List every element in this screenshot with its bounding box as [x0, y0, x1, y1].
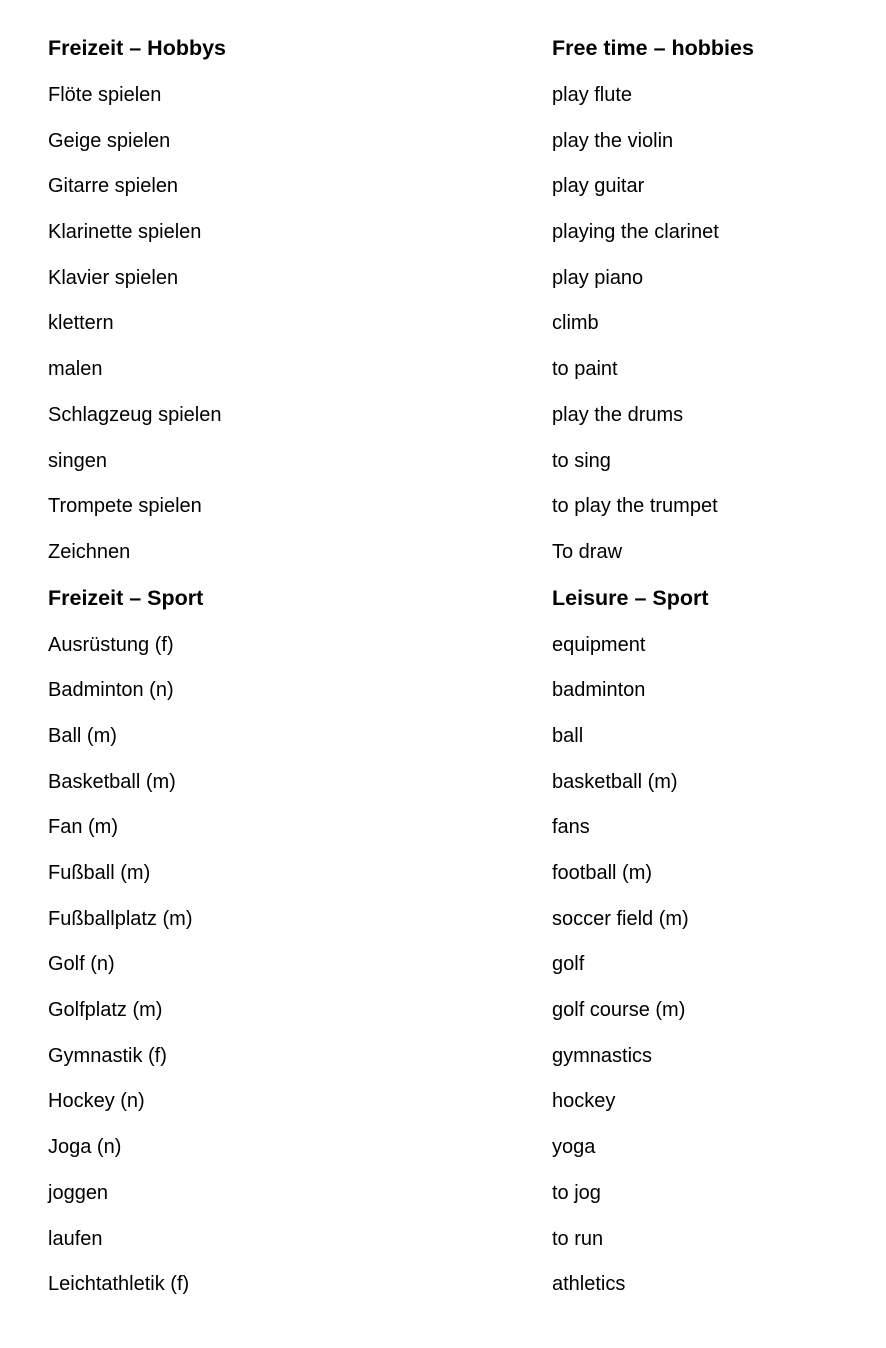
term-target: to play the trumpet [552, 495, 718, 518]
term-source: Basketball (m) [48, 770, 176, 793]
glossary-row: Flöte spielen play flute [0, 73, 886, 119]
glossary-row: Trompete spielen to play the trumpet [0, 484, 886, 530]
term-target: badminton [552, 679, 646, 702]
term-target: play guitar [552, 175, 645, 198]
glossary-row: Golf (n) golf [0, 942, 886, 988]
term-target: climb [552, 312, 599, 335]
term-source: Badminton (n) [48, 679, 174, 702]
glossary-row: Zeichnen To draw [0, 530, 886, 576]
term-target: playing the clarinet [552, 221, 719, 244]
term-target: football (m) [552, 862, 653, 884]
glossary-row: Fan (m) fans [0, 805, 886, 851]
glossary-row: Schlagzeug spielen play the drums [0, 393, 886, 439]
term-source: Gitarre spielen [48, 175, 179, 198]
term-source: Gymnastik (f) [48, 1044, 167, 1067]
section-heading-row: Freizeit – Sport Leisure – Sport [0, 576, 886, 623]
glossary-row: Hockey (n) hockey [0, 1079, 886, 1125]
term-target: hockey [552, 1090, 616, 1113]
term-target: play the violin [552, 129, 674, 152]
term-source: Fußball (m) [48, 862, 151, 884]
glossary-row: Ball (m) ball [0, 714, 886, 760]
term-source: laufen [48, 1227, 103, 1250]
glossary-row: malen to paint [0, 347, 886, 393]
term-target: basketball (m) [552, 770, 678, 793]
glossary-row: klettern climb [0, 301, 886, 347]
glossary-row: Leichtathletik (f) athletics [0, 1262, 886, 1308]
term-source: Fan (m) [48, 816, 118, 839]
term-source: Golfplatz (m) [48, 999, 163, 1022]
term-source: Leichtathletik (f) [48, 1273, 190, 1296]
glossary-row: Ausrüstung (f) equipment [0, 623, 886, 669]
term-source: singen [48, 449, 107, 472]
term-source: Golf (n) [48, 953, 115, 976]
term-source: Ausrüstung (f) [48, 633, 174, 656]
glossary-row: Basketball (m) basketball (m) [0, 760, 886, 806]
term-target: play piano [552, 266, 644, 289]
section-heading-row: Freizeit – Hobbys Free time – hobbies [0, 26, 886, 73]
glossary-row: Fußball (m) football (m) [0, 851, 886, 897]
term-target: to sing [552, 449, 611, 472]
term-target: to run [552, 1227, 604, 1250]
term-target: gymnastics [552, 1044, 653, 1067]
term-target: To draw [552, 540, 623, 563]
glossary-row: Fußballplatz (m) soccer field (m) [0, 897, 886, 943]
term-target: golf course (m) [552, 999, 686, 1022]
term-source: Klarinette spielen [48, 221, 202, 244]
glossary-row: Geige spielen play the violin [0, 119, 886, 165]
term-target: ball [552, 724, 584, 747]
glossary-row: Joga (n) yoga [0, 1125, 886, 1171]
glossary-list: Freizeit – Hobbys Free time – hobbies Flöt… [0, 26, 886, 1308]
term-target: golf [552, 953, 585, 976]
term-source: Klavier spielen [48, 266, 179, 289]
section-heading-target: Leisure – Sport [552, 585, 709, 610]
term-target: to jog [552, 1181, 601, 1204]
term-target: fans [552, 816, 590, 839]
glossary-row: Gitarre spielen play guitar [0, 164, 886, 210]
term-source: Zeichnen [48, 540, 131, 563]
section-heading-source: Freizeit – Hobbys [48, 36, 227, 60]
term-source: malen [48, 358, 103, 381]
term-source: Trompete spielen [48, 495, 202, 518]
glossary-row: Klavier spielen play piano [0, 256, 886, 302]
glossary-row: Badminton (n) badminton [0, 668, 886, 714]
term-source: Fußballplatz (m) [48, 907, 193, 930]
term-source: Schlagzeug spielen [48, 403, 222, 426]
glossary-page: Freizeit – Hobbys Free time – hobbies Flöt… [0, 0, 886, 1348]
glossary-row: singen to sing [0, 439, 886, 485]
term-target: athletics [552, 1273, 626, 1296]
section-heading-target: Free time – hobbies [552, 36, 754, 60]
term-target: to paint [552, 358, 618, 381]
term-target: soccer field (m) [552, 907, 689, 930]
glossary-row: Gymnastik (f) gymnastics [0, 1034, 886, 1080]
glossary-row: Klarinette spielen playing the clarinet [0, 210, 886, 256]
term-source: joggen [48, 1181, 109, 1204]
term-source: Hockey (n) [48, 1090, 145, 1113]
term-source: Ball (m) [48, 724, 117, 747]
term-source: Geige spielen [48, 129, 171, 152]
section-heading-source: Freizeit – Sport [48, 585, 204, 610]
term-target: play flute [552, 84, 633, 106]
term-target: equipment [552, 633, 646, 656]
term-target: play the drums [552, 403, 684, 426]
term-target: yoga [552, 1136, 596, 1159]
term-source: klettern [48, 312, 114, 335]
glossary-row: joggen to jog [0, 1171, 886, 1217]
glossary-row: laufen to run [0, 1217, 886, 1263]
glossary-row: Golfplatz (m) golf course (m) [0, 988, 886, 1034]
term-source: Joga (n) [48, 1136, 122, 1159]
term-source: Flöte spielen [48, 84, 162, 106]
